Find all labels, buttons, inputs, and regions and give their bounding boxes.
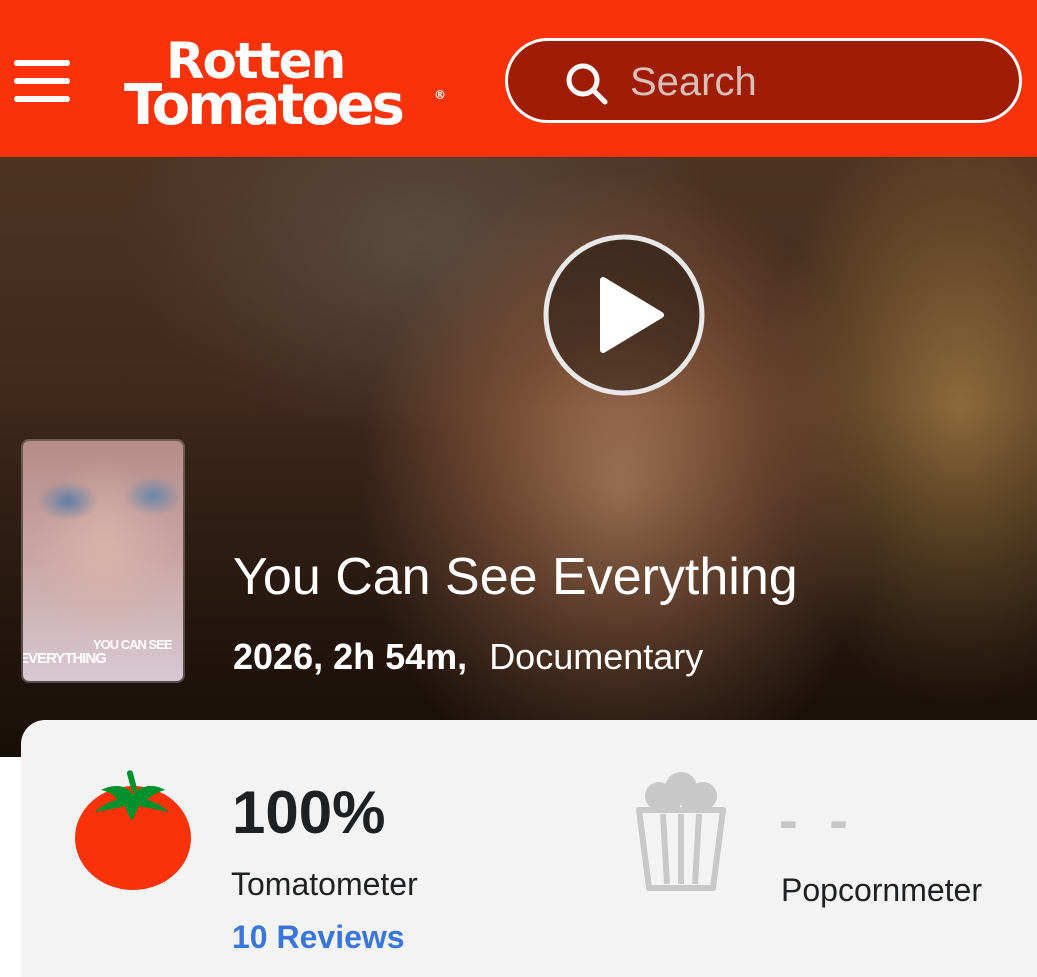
menu-icon[interactable] <box>14 60 70 104</box>
hero-trailer: YOU CAN SEE EVERYTHING You Can See Every… <box>0 157 1037 757</box>
top-header: Rotten Tomatoes ® Search <box>0 0 1037 157</box>
score-card: 100% Tomatometer 10 Reviews - - Popcornm… <box>21 720 1037 977</box>
year-runtime: 2026, 2h 54m, <box>233 636 468 677</box>
logo-registered-mark: ® <box>434 88 446 102</box>
movie-poster[interactable]: YOU CAN SEE EVERYTHING <box>23 441 183 681</box>
play-icon[interactable] <box>543 234 705 396</box>
movie-meta: 2026, 2h 54m, Documentary <box>233 635 703 679</box>
logo-line-2: Tomatoes <box>124 73 405 138</box>
tomato-icon <box>75 770 191 890</box>
search-input[interactable]: Search <box>505 38 1022 123</box>
poster-title-bottom: EVERYTHING <box>23 650 107 667</box>
popcornmeter-score: - - <box>779 788 856 851</box>
reviews-link[interactable]: 10 Reviews <box>232 917 405 957</box>
poster-title-text: YOU CAN SEE EVERYTHING <box>23 637 173 667</box>
tomatometer-score: 100% <box>232 779 386 846</box>
poster-title-top: YOU CAN SEE <box>93 637 173 652</box>
search-icon <box>566 63 608 105</box>
rotten-tomatoes-logo[interactable]: Rotten Tomatoes ® <box>124 36 454 138</box>
movie-title: You Can See Everything <box>233 548 798 606</box>
popcorn-icon <box>636 772 726 891</box>
popcornmeter-label: Popcornmeter <box>781 872 982 908</box>
genre: Documentary <box>489 636 704 677</box>
movie-page: Rotten Tomatoes ® Search YOU CAN SEE EVE… <box>0 0 1037 977</box>
search-placeholder: Search <box>630 60 757 104</box>
tomatometer-label: Tomatometer <box>231 866 418 902</box>
